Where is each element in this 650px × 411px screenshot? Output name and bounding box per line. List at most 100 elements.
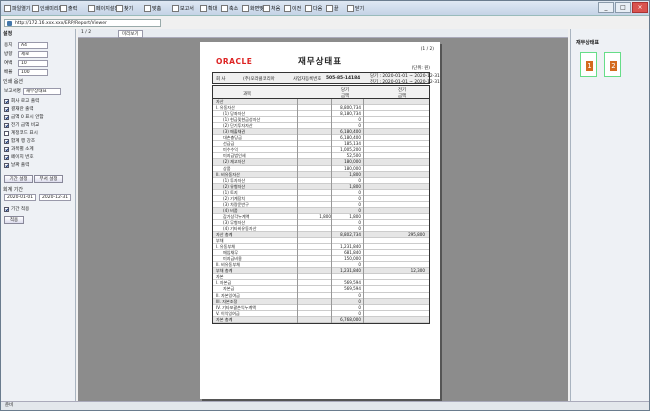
toolbar-button-label: 출력	[68, 6, 78, 12]
date-from-field[interactable]: 2020-01-01	[4, 194, 36, 201]
page-indicator: 1 / 2	[81, 30, 92, 35]
col-account: 과목	[243, 92, 252, 97]
toolbar-icon	[144, 5, 151, 12]
settings-title: 설정	[3, 31, 13, 37]
company-label: 회 사	[216, 77, 226, 82]
option-checkbox[interactable]: 전기 금액 비교	[4, 121, 39, 129]
option-checkbox[interactable]: 합계 행 강조	[4, 137, 35, 145]
regno-label: 사업자등록번호	[293, 77, 322, 82]
checkbox-icon	[4, 138, 9, 144]
toolbar-button[interactable]: 이전	[284, 3, 301, 14]
option-label: 금액 0 표시 안함	[11, 115, 44, 120]
option-checkbox[interactable]: 회사 로고 출력	[4, 97, 39, 105]
checkbox-icon	[4, 114, 9, 120]
toolbar-button-label: 찾기	[124, 6, 134, 12]
setting-field[interactable]: 세로	[18, 50, 48, 58]
page-icon	[7, 21, 12, 26]
column-divider	[363, 99, 364, 323]
toolbar-button[interactable]: 다음	[305, 3, 322, 14]
status-bar: 준비	[1, 401, 649, 410]
toolbar-icon	[4, 5, 11, 12]
checkbox-icon	[4, 162, 9, 168]
close-button[interactable]: ×	[632, 2, 648, 13]
toolbar-button[interactable]: 맞춤	[144, 3, 161, 14]
toolbar-button-label: 맞춤	[152, 6, 162, 12]
checkbox-icon	[4, 106, 9, 112]
option-checkbox[interactable]: 금액 0 표시 안함	[4, 113, 44, 121]
setting-label: 방향	[4, 52, 13, 57]
toolbar-button-label: 확대	[208, 6, 218, 12]
toolbar-icon	[263, 5, 270, 12]
apply-period-label: 기간 적용	[11, 207, 30, 212]
address-field[interactable]: http://172.16.xxx.xxx/ERP/Report/Viewer	[4, 19, 161, 27]
toolbar-button[interactable]: 보고서	[172, 3, 194, 14]
setting-label: 여백	[4, 61, 13, 66]
current-amount: 6,768,000	[340, 316, 361, 322]
option-label: 페이지 번호	[11, 155, 34, 160]
setting-row: 방향 세로	[4, 50, 48, 58]
period-label: 회계 기간	[3, 187, 23, 193]
column-divider	[297, 99, 298, 323]
option-checkbox[interactable]: 날짜 출력	[4, 161, 29, 169]
report-title: 재무상태표	[297, 57, 343, 67]
option-label: 전기 금액 비교	[11, 123, 40, 128]
tab-preview[interactable]: 미리보기	[118, 30, 143, 38]
toolbar-button[interactable]: 처음	[263, 3, 280, 14]
toolbar-button[interactable]: 출력	[60, 3, 77, 14]
checkbox-icon	[4, 98, 9, 104]
thumbnail-page-1[interactable]: 1	[580, 52, 597, 77]
toolbar-button[interactable]: 축소	[221, 3, 238, 14]
option-checkbox[interactable]: 페이지 번호	[4, 153, 34, 161]
thumbnail-title: 재무상태표	[576, 40, 600, 46]
option-checkbox[interactable]: 결재란 출력	[4, 105, 34, 113]
tab-department[interactable]: 부서 설정	[34, 175, 63, 183]
tab-period[interactable]: 기간 설정	[4, 175, 33, 183]
toolbar-button[interactable]: 닫기	[347, 3, 364, 14]
toolbar-button-label: 보고서	[180, 6, 194, 12]
option-label: 과목별 소계	[11, 147, 34, 152]
setting-label: 배율	[4, 70, 13, 75]
toolbar-button[interactable]: 끝	[326, 3, 339, 14]
thumb-number: 2	[610, 61, 617, 71]
report-name-label: 보고서명	[4, 89, 21, 94]
apply-button[interactable]: 적용	[4, 216, 24, 224]
thumbnail-page-2[interactable]: 2	[604, 52, 621, 77]
checkbox-icon	[4, 154, 9, 160]
option-checkbox[interactable]: 과목별 소계	[4, 145, 34, 153]
setting-field[interactable]: A4	[18, 41, 48, 49]
thumb-number: 1	[586, 61, 593, 71]
column-header: 과목 당기 금액 전기 금액	[212, 85, 430, 99]
toolbar-button[interactable]: 찾기	[116, 3, 133, 14]
option-label: 계정코드 표시	[11, 131, 38, 136]
minimize-button[interactable]: _	[598, 2, 614, 13]
checkbox-icon	[4, 130, 9, 136]
report-viewer-window: 파일열기 인쇄미리보기 출력 페이지설정 찾기 맞춤 보고서 확대 축소 화면맞춤 처음 이전 다음 끝 닫…	[0, 0, 650, 411]
checkbox-icon	[4, 146, 9, 152]
setting-field[interactable]: 10	[18, 59, 48, 67]
page-tab-row: 1 / 2 미리보기	[78, 29, 568, 38]
report-name-row: 보고서명 재무상태표	[4, 87, 61, 95]
toolbar-button-label: 다음	[313, 6, 323, 12]
toolbar-icon	[200, 5, 207, 12]
option-checkbox[interactable]: 계정코드 표시	[4, 129, 38, 137]
toolbar-icon	[284, 5, 291, 12]
toolbar-icon	[32, 5, 39, 12]
maximize-button[interactable]: □	[615, 2, 631, 13]
option-label: 합계 행 강조	[11, 139, 36, 144]
toolbar-icon	[326, 5, 333, 12]
toolbar-button[interactable]: 파일열기	[4, 3, 30, 14]
option-header: 인쇄 옵션	[3, 79, 23, 85]
toolbar-icon	[305, 5, 312, 12]
report-header-box: 회 사 (주)오라클코리아 사업자등록번호 505-85-14184 당기 : …	[212, 72, 440, 85]
toolbar-button[interactable]: 페이지설정	[88, 3, 119, 14]
toolbar-icon	[172, 5, 179, 12]
setting-row: 용지 A4	[4, 41, 48, 49]
report-name-field[interactable]: 재무상태표	[22, 87, 61, 95]
unit-label: (단위: 원)	[411, 66, 430, 71]
apply-period-checkbox[interactable]: 기간 적용	[4, 205, 29, 213]
option-label: 결재란 출력	[11, 107, 34, 112]
toolbar-button-label: 처음	[271, 6, 281, 12]
setting-field[interactable]: 100	[18, 68, 48, 76]
toolbar-button[interactable]: 확대	[200, 3, 217, 14]
date-to-field[interactable]: 2020-12-31	[39, 194, 71, 201]
